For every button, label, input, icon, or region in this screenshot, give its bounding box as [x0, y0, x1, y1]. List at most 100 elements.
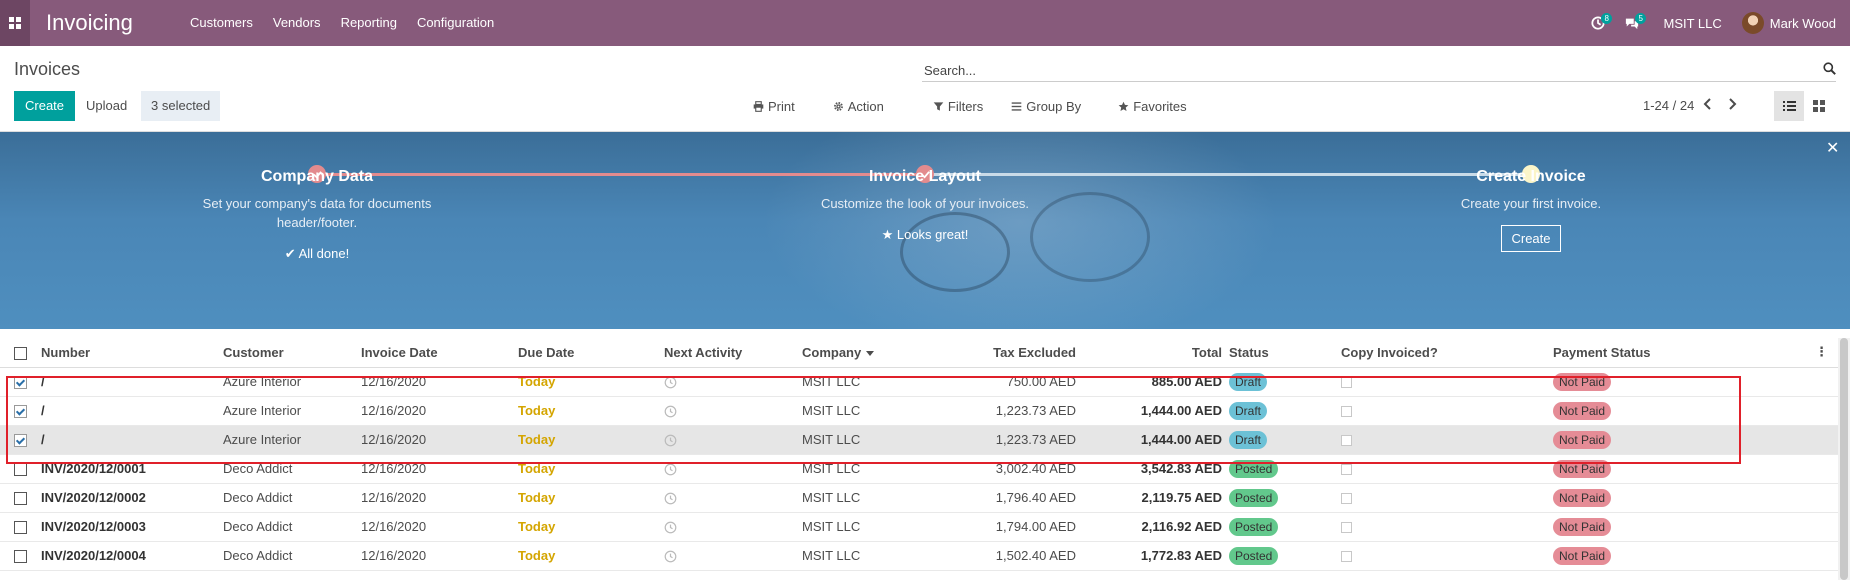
col-payment-status[interactable]: Payment Status: [1512, 338, 1662, 368]
action-dropdown[interactable]: Action: [833, 99, 884, 114]
sort-desc-icon: [866, 350, 875, 356]
search-input[interactable]: [922, 60, 1802, 80]
copy-invoiced-checkbox: [1341, 406, 1352, 418]
search-bar: [922, 60, 1836, 82]
col-due-date[interactable]: Due Date: [518, 338, 664, 368]
step-title[interactable]: Create Invoice: [1411, 168, 1651, 186]
status-badge: Draft: [1229, 372, 1268, 391]
tax-excluded: 1,223.73 AED: [940, 425, 1076, 455]
kanban-view-button[interactable]: [1804, 91, 1834, 121]
row-checkbox[interactable]: [14, 550, 27, 564]
filters-dropdown[interactable]: Filters: [933, 99, 983, 114]
upload-button[interactable]: Upload: [80, 91, 133, 121]
activity-count-badge: 8: [1601, 13, 1612, 24]
chevron-left-icon[interactable]: [1702, 98, 1712, 110]
scrollbar[interactable]: [1838, 338, 1850, 580]
scrollbar-thumb[interactable]: [1840, 338, 1848, 580]
create-button[interactable]: Create: [14, 91, 76, 121]
table-row[interactable]: INV/2020/12/0002 Deco Addict 12/16/2020 Tod…: [0, 483, 1838, 513]
activity-menu[interactable]: 8: [1581, 0, 1615, 46]
due-date: Today: [518, 396, 664, 426]
groupby-dropdown[interactable]: Group By: [1011, 99, 1081, 114]
company-switcher[interactable]: MSIT LLC: [1649, 16, 1741, 31]
total-amount: 1,444.00 AED: [1076, 396, 1222, 426]
menu-configuration[interactable]: Configuration: [417, 15, 494, 30]
company-name: MSIT LLC: [802, 541, 940, 571]
apps-grid-icon: [9, 17, 21, 29]
copy-invoiced-checkbox: [1341, 464, 1352, 476]
apps-menu-button[interactable]: [0, 0, 30, 46]
company-name: MSIT LLC: [802, 425, 940, 455]
invoice-list: Number Customer Invoice Date Due Date Ne…: [0, 338, 1838, 571]
pager-value[interactable]: 1-24 / 24: [1643, 98, 1694, 113]
table-row[interactable]: / Azure Interior 12/16/2020 Today MSIT LLC 75…: [0, 367, 1838, 397]
next-activity[interactable]: [664, 367, 802, 397]
copy-invoiced-checkbox: [1341, 522, 1352, 534]
options-icon[interactable]: ⋮: [1662, 338, 1838, 368]
col-next-activity[interactable]: Next Activity: [664, 338, 802, 368]
payment-status-badge: Not Paid: [1553, 546, 1612, 565]
table-row[interactable]: INV/2020/12/0004 Deco Addict 12/16/2020 Tod…: [0, 541, 1838, 571]
search-icon[interactable]: [1823, 62, 1836, 75]
due-date: Today: [518, 512, 664, 542]
create-invoice-button[interactable]: Create: [1501, 225, 1561, 252]
select-all-checkbox[interactable]: [14, 346, 27, 360]
col-customer[interactable]: Customer: [223, 338, 361, 368]
copy-invoiced-checkbox: [1341, 551, 1352, 563]
next-activity[interactable]: [664, 425, 802, 455]
payment-status-badge: Not Paid: [1553, 459, 1612, 478]
user-menu[interactable]: Mark Wood: [1741, 12, 1850, 34]
step-title: Company Data: [260, 168, 374, 185]
list-view-icon: [1782, 101, 1796, 111]
row-checkbox[interactable]: [14, 376, 27, 390]
menu-vendors[interactable]: Vendors: [273, 15, 321, 30]
next-activity[interactable]: [664, 541, 802, 571]
next-activity[interactable]: [664, 483, 802, 513]
tax-excluded: 1,223.73 AED: [940, 396, 1076, 426]
invoice-date: 12/16/2020: [361, 396, 518, 426]
list-view-button[interactable]: [1774, 91, 1804, 121]
invoice-date: 12/16/2020: [361, 367, 518, 397]
company-name: MSIT LLC: [802, 483, 940, 513]
row-checkbox[interactable]: [14, 405, 27, 419]
next-activity[interactable]: [664, 512, 802, 542]
customer-name: Azure Interior: [223, 367, 361, 397]
due-date: Today: [518, 367, 664, 397]
kanban-view-icon: [1813, 100, 1825, 112]
row-checkbox[interactable]: [14, 521, 27, 535]
chevron-right-icon[interactable]: [1728, 98, 1738, 110]
table-row[interactable]: INV/2020/12/0001 Deco Addict 12/16/2020 Tod…: [0, 454, 1838, 484]
app-brand[interactable]: Invoicing: [46, 10, 133, 36]
clock-icon: [664, 492, 677, 505]
col-total[interactable]: Total: [1076, 338, 1222, 368]
col-status[interactable]: Status: [1222, 338, 1322, 368]
col-tax-excluded[interactable]: Tax Excluded: [940, 338, 1076, 368]
row-checkbox[interactable]: [14, 463, 27, 477]
payment-status-badge: Not Paid: [1553, 401, 1612, 420]
table-row[interactable]: INV/2020/12/0003 Deco Addict 12/16/2020 Tod…: [0, 512, 1838, 542]
close-icon[interactable]: ✕: [1826, 138, 1839, 158]
menu-customers[interactable]: Customers: [190, 15, 253, 30]
row-checkbox[interactable]: [14, 492, 27, 506]
col-company[interactable]: Company: [802, 338, 940, 368]
invoice-number: INV/2020/12/0001: [41, 454, 223, 484]
top-navbar: Invoicing Customers Vendors Reporting Co…: [0, 0, 1850, 46]
invoice-number: /: [41, 367, 223, 397]
table-row[interactable]: / Azure Interior 12/16/2020 Today MSIT LLC 1,…: [0, 425, 1838, 455]
col-copy-invoiced[interactable]: Copy Invoiced?: [1322, 338, 1512, 368]
col-number[interactable]: Number: [41, 338, 223, 368]
tax-excluded: 750.00 AED: [940, 367, 1076, 397]
next-activity[interactable]: [664, 396, 802, 426]
favorites-dropdown[interactable]: Favorites: [1118, 99, 1187, 114]
next-activity[interactable]: [664, 454, 802, 484]
customer-name: Deco Addict: [223, 454, 361, 484]
table-row[interactable]: / Azure Interior 12/16/2020 Today MSIT LLC 1,…: [0, 396, 1838, 426]
user-avatar: [1741, 12, 1764, 34]
col-invoice-date[interactable]: Invoice Date: [361, 338, 518, 368]
print-dropdown[interactable]: Print: [753, 99, 795, 114]
row-checkbox[interactable]: [14, 434, 27, 448]
menu-reporting[interactable]: Reporting: [341, 15, 397, 30]
clock-icon: [664, 550, 677, 563]
messaging-menu[interactable]: 5: [1615, 0, 1649, 46]
step-title[interactable]: Invoice Layout: [805, 168, 1045, 186]
